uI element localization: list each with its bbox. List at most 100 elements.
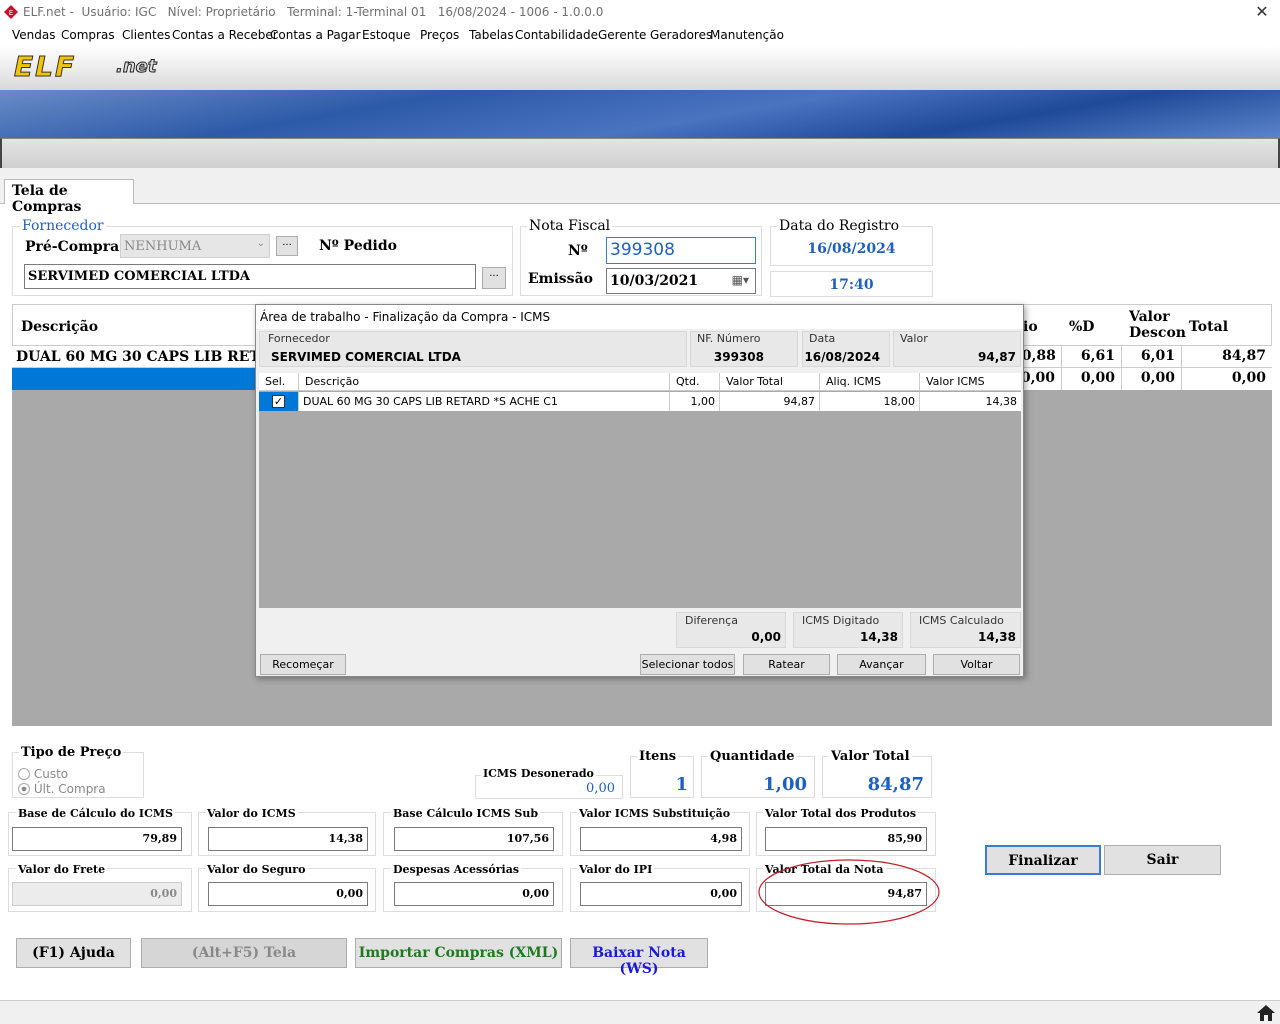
nota-fiscal-label: Nota Fiscal	[527, 218, 613, 234]
ratear-button[interactable]: Ratear	[743, 654, 830, 675]
icms-desonerado-label: ICMS Desonerado	[481, 767, 596, 780]
menu-geradores[interactable]: Geradores	[650, 28, 712, 42]
menu-vendas[interactable]: Vendas	[12, 28, 56, 42]
col-valor-descon[interactable]: Valor Descon	[1129, 309, 1186, 341]
highlight-ellipse	[758, 859, 940, 925]
base-sub-label: Base Cálculo ICMS Sub	[391, 807, 541, 820]
sair-button[interactable]: Sair	[1104, 845, 1221, 875]
tab-tela-compras[interactable]: Tela de Compras	[4, 179, 134, 215]
calendar-icon[interactable]: ▦▾	[732, 273, 749, 287]
base-icms-input[interactable]: 79,89	[12, 827, 182, 851]
icms-calculado-label: ICMS Calculado	[919, 614, 1004, 627]
nf-numero-label: Nº	[568, 243, 588, 259]
icms-desonerado-value: 0,00	[586, 781, 615, 796]
precompra-search-button[interactable]: ...	[276, 236, 298, 256]
seguro-input[interactable]: 0,00	[208, 882, 368, 906]
menu-compras[interactable]: Compras	[61, 28, 115, 42]
base-sub-input[interactable]: 107,56	[394, 827, 554, 851]
registro-time: 17:40	[829, 277, 874, 293]
menu-contas-receber[interactable]: Contas a Receber	[172, 28, 278, 42]
importar-xml-button[interactable]: Importar Compras (XML)	[355, 938, 562, 968]
dialog-grid[interactable]: Sel. Descrição Qtd. Valor Total Aliq. IC…	[259, 373, 1021, 608]
dlg-row-descricao: DUAL 60 MG 30 CAPS LIB RETARD *S ACHE C1	[299, 392, 670, 411]
precompra-label: Pré-Compra	[25, 239, 120, 255]
menu-tabelas[interactable]: Tabelas	[469, 28, 514, 42]
dlg-data-label: Data	[809, 332, 836, 345]
menu-contabilidade[interactable]: Contabilidade	[515, 28, 598, 42]
valor-icms-input[interactable]: 14,38	[208, 827, 368, 851]
radio-empty-icon[interactable]	[18, 768, 30, 780]
menu-manutencao[interactable]: Manutenção	[710, 28, 784, 42]
despesas-input[interactable]: 0,00	[394, 882, 554, 906]
col-pd[interactable]: %D	[1069, 319, 1094, 335]
dlg-col-aliq[interactable]: Aliq. ICMS	[820, 373, 920, 391]
avancar-button[interactable]: Avançar	[837, 654, 926, 675]
dlg-col-valor-total[interactable]: Valor Total	[720, 373, 820, 391]
home-icon[interactable]	[1256, 1004, 1276, 1022]
ajuda-button[interactable]: (F1) Ajuda	[16, 938, 131, 968]
despesas-label: Despesas Acessórias	[391, 863, 522, 876]
col-io[interactable]: io	[1023, 319, 1038, 335]
checkbox-checked-icon[interactable]: ✓	[272, 395, 285, 408]
total-prod-label: Valor Total dos Produtos	[763, 807, 919, 820]
icms-sub-label: Valor ICMS Substituição	[577, 807, 733, 820]
menu-estoque[interactable]: Estoque	[362, 28, 411, 42]
menu-clientes[interactable]: Clientes	[122, 28, 170, 42]
dlg-col-valor-icms[interactable]: Valor ICMS	[920, 373, 1021, 391]
row-pd: 0,00	[1062, 368, 1122, 390]
dlg-row-valor-icms: 14,38	[920, 392, 1021, 411]
radio-custo[interactable]: Custo	[18, 767, 68, 781]
close-icon[interactable]: ✕	[1250, 2, 1274, 22]
dlg-row-checkbox[interactable]: ✓	[259, 392, 299, 411]
valor-total-value: 84,87	[867, 774, 924, 795]
radio-ult-compra[interactable]: Últ. Compra	[18, 782, 106, 796]
menu-gerente[interactable]: Gerente	[598, 28, 646, 42]
tipo-preco-label: Tipo de Preço	[19, 745, 124, 760]
fornecedor-group-label: Fornecedor	[20, 218, 106, 234]
baixar-nota-button[interactable]: Baixar Nota (WS)	[570, 938, 708, 977]
dlg-fornecedor-label: Fornecedor	[268, 332, 330, 345]
icms-sub-input[interactable]: 4,98	[580, 827, 742, 851]
row-total: 0,00	[1231, 370, 1266, 386]
radio-selected-icon[interactable]	[18, 783, 30, 795]
nf-numero-input[interactable]: 399308	[606, 237, 756, 264]
valor-total-label: Valor Total	[829, 749, 912, 764]
dlg-col-sel[interactable]: Sel.	[259, 373, 299, 391]
menu-precos[interactable]: Preços	[420, 28, 459, 42]
menu-contas-pagar[interactable]: Contas a Pagar	[270, 28, 361, 42]
diferenca-label: Diferença	[685, 614, 738, 627]
icms-dialog: Área de trabalho - Finalização da Compra…	[255, 304, 1024, 677]
recomecar-button[interactable]: Recomeçar	[260, 654, 346, 675]
finalizar-button[interactable]: Finalizar	[985, 845, 1101, 875]
dlg-nf: 399308	[713, 350, 764, 364]
frete-label: Valor do Frete	[16, 863, 108, 876]
dlg-row-valor-total: 94,87	[720, 392, 820, 411]
fornecedor-input[interactable]: SERVIMED COMERCIAL LTDA	[24, 264, 476, 289]
banner-wave	[0, 90, 1280, 140]
registro-label: Data do Registro	[777, 218, 902, 234]
itens-value: 1	[675, 774, 688, 795]
dlg-col-qtd[interactable]: Qtd.	[670, 373, 720, 391]
emissao-input[interactable]: 10/03/2021 ▦▾	[606, 268, 756, 294]
total-prod-input[interactable]: 85,90	[765, 827, 927, 851]
row-vd: 0,00	[1122, 368, 1182, 390]
voltar-button[interactable]: Voltar	[933, 654, 1020, 675]
menu-bar: Vendas Compras Clientes Contas a Receber…	[0, 24, 1280, 46]
quantidade-value: 1,00	[763, 774, 807, 795]
icms-digitado-value: 14,38	[860, 630, 898, 644]
dlg-col-descricao[interactable]: Descrição	[299, 373, 670, 391]
selecionar-todos-button[interactable]: Selecionar todos	[640, 654, 735, 675]
fornecedor-search-button[interactable]: ...	[482, 267, 506, 289]
chevron-down-icon: ⌄	[256, 238, 265, 249]
logo-suffix: .net	[115, 56, 157, 78]
precompra-select[interactable]: NENHUMA ⌄	[120, 234, 270, 258]
base-icms-label: Base de Cálculo do ICMS	[16, 807, 175, 820]
ipi-input[interactable]: 0,00	[580, 882, 742, 906]
icms-digitado-label: ICMS Digitado	[802, 614, 880, 627]
logo: ELF	[13, 50, 77, 84]
dlg-valor: 94,87	[978, 350, 1016, 364]
tela-button[interactable]: (Alt+F5) Tela	[141, 938, 347, 968]
col-descricao[interactable]: Descrição	[21, 319, 98, 335]
col-total[interactable]: Total	[1189, 319, 1228, 335]
frete-input[interactable]: 0,00	[12, 882, 182, 906]
